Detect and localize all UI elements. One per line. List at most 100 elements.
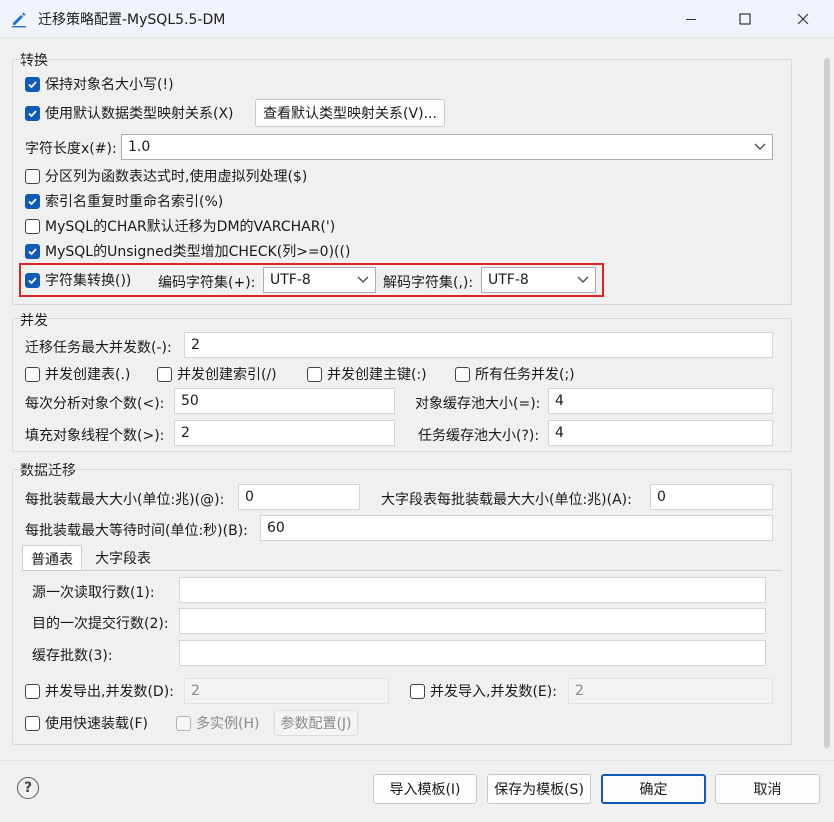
- max-batch-size-input[interactable]: 0: [238, 484, 360, 510]
- keep-case-checkbox[interactable]: 保持对象名大小写(!): [25, 73, 174, 95]
- close-icon: [797, 13, 809, 25]
- checkbox-box: [25, 715, 40, 731]
- check-icon: [25, 243, 40, 259]
- fast-load-checkbox[interactable]: 使用快速装载(F): [25, 712, 148, 734]
- read-rows-input[interactable]: [179, 577, 766, 603]
- tab-normal-table[interactable]: 普通表: [22, 545, 82, 571]
- check-icon: [25, 76, 40, 92]
- create-table-label: 并发创建表(.): [45, 367, 131, 383]
- fill-threads-input[interactable]: 2: [174, 420, 395, 446]
- ok-button[interactable]: 确定: [601, 774, 706, 804]
- max-batch-size-label: 每批装载最大大小(单位:兆)(@):: [25, 492, 225, 508]
- param-config-button[interactable]: 参数配置(J): [274, 710, 358, 736]
- lob-batch-size-input[interactable]: 0: [650, 484, 773, 510]
- encode-charset-select[interactable]: UTF-8: [263, 267, 376, 293]
- max-wait-input[interactable]: 60: [260, 515, 773, 541]
- rename-index-label: 索引名重复时重命名索引(%): [45, 194, 224, 210]
- partition-virtual-checkbox[interactable]: 分区列为函数表达式时,使用虚拟列处理($): [25, 165, 307, 187]
- max-batch-size-value: 0: [245, 489, 254, 505]
- default-mapping-label: 使用默认数据类型映射关系(X): [45, 106, 234, 122]
- max-task-value: 2: [191, 337, 200, 353]
- minimize-button[interactable]: [664, 0, 718, 38]
- max-wait-label: 每批装载最大等待时间(单位:秒)(B):: [25, 523, 248, 539]
- app-edit-icon: [10, 10, 28, 28]
- close-button[interactable]: [776, 0, 830, 38]
- checkbox-box: [25, 366, 40, 382]
- check-icon: [25, 105, 40, 121]
- checkbox-box: [455, 366, 470, 382]
- check-icon: [25, 193, 40, 209]
- multi-instance-checkbox[interactable]: 多实例(H): [176, 712, 259, 734]
- parallel-export-value: 2: [191, 683, 200, 699]
- lob-batch-size-value: 0: [657, 489, 666, 505]
- parallel-import-checkbox[interactable]: 并发导入,并发数(E):: [410, 680, 557, 702]
- parallel-export-input[interactable]: 2: [184, 678, 389, 704]
- max-task-input[interactable]: 2: [184, 332, 773, 358]
- maximize-icon: [739, 13, 751, 25]
- rename-index-checkbox[interactable]: 索引名重复时重命名索引(%): [25, 190, 223, 212]
- save-template-button[interactable]: 保存为模板(S): [487, 774, 591, 804]
- partition-virtual-label: 分区列为函数表达式时,使用虚拟列处理($): [45, 169, 308, 185]
- minimize-icon: [686, 19, 696, 20]
- checkbox-box: [176, 715, 191, 731]
- max-task-label: 迁移任务最大并发数(-):: [25, 340, 172, 356]
- decode-charset-select[interactable]: UTF-8: [481, 267, 596, 293]
- tab-lob-table[interactable]: 大字段表: [87, 545, 159, 571]
- fill-threads-value: 2: [181, 425, 190, 441]
- object-cache-value: 4: [555, 393, 564, 409]
- cache-batches-input[interactable]: [179, 640, 766, 666]
- char-length-combo[interactable]: 1.0: [121, 134, 773, 160]
- cancel-button[interactable]: 取消: [715, 774, 820, 804]
- encode-charset-label: 编码字符集(+):: [158, 275, 256, 291]
- default-mapping-checkbox[interactable]: 使用默认数据类型映射关系(X): [25, 102, 234, 124]
- title-bar: 迁移策略配置-MySQL5.5-DM: [0, 0, 834, 38]
- analyze-count-label: 每次分析对象个数(<):: [25, 396, 165, 412]
- parallel-import-label: 并发导入,并发数(E):: [430, 684, 557, 700]
- create-pk-checkbox[interactable]: 并发创建主键(:): [307, 363, 427, 385]
- check-icon: [25, 272, 40, 288]
- char-to-varchar-label: MySQL的CHAR默认迁移为DM的VARCHAR('): [45, 219, 336, 235]
- create-table-checkbox[interactable]: 并发创建表(.): [25, 363, 130, 385]
- charset-convert-checkbox[interactable]: 字符集转换()): [25, 269, 131, 291]
- help-icon[interactable]: ?: [17, 777, 39, 799]
- maximize-button[interactable]: [718, 0, 772, 38]
- window-title: 迁移策略配置-MySQL5.5-DM: [38, 12, 226, 28]
- task-cache-value: 4: [555, 425, 564, 441]
- commit-rows-input[interactable]: [179, 608, 766, 634]
- parallel-export-checkbox[interactable]: 并发导出,并发数(D):: [25, 680, 174, 702]
- read-rows-label: 源一次读取行数(1):: [32, 585, 155, 601]
- chevron-down-icon: [754, 143, 766, 150]
- checkbox-box: [25, 168, 40, 184]
- object-cache-input[interactable]: 4: [548, 388, 773, 414]
- commit-rows-label: 目的一次提交行数(2):: [32, 616, 169, 632]
- task-cache-input[interactable]: 4: [548, 420, 773, 446]
- checkbox-box: [157, 366, 172, 382]
- chevron-down-icon: [357, 276, 369, 283]
- char-to-varchar-checkbox[interactable]: MySQL的CHAR默认迁移为DM的VARCHAR('): [25, 215, 335, 237]
- chevron-down-icon: [577, 276, 589, 283]
- view-mapping-button[interactable]: 查看默认类型映射关系(V)...: [255, 99, 445, 127]
- fast-load-label: 使用快速装载(F): [45, 716, 148, 732]
- checkbox-box: [307, 366, 322, 382]
- parallel-export-label: 并发导出,并发数(D):: [45, 684, 174, 700]
- checkbox-box: [25, 683, 40, 699]
- analyze-count-input[interactable]: 50: [174, 388, 395, 414]
- charset-convert-label: 字符集转换()): [45, 273, 132, 289]
- parallel-import-input[interactable]: 2: [568, 678, 773, 704]
- parallel-import-value: 2: [575, 683, 584, 699]
- all-tasks-checkbox[interactable]: 所有任务并发(;): [455, 363, 575, 385]
- lob-batch-size-label: 大字段表每批装载最大大小(单位:兆)(A):: [381, 492, 632, 508]
- import-template-button[interactable]: 导入模板(I): [373, 774, 477, 804]
- unsigned-check-checkbox[interactable]: MySQL的Unsigned类型增加CHECK(列>=0)((): [25, 240, 350, 262]
- char-length-label: 字符长度x(#):: [25, 141, 117, 157]
- unsigned-check-label: MySQL的Unsigned类型增加CHECK(列>=0)((): [45, 244, 351, 260]
- scrollbar-thumb[interactable]: [824, 58, 830, 748]
- max-wait-value: 60: [267, 520, 285, 536]
- object-cache-label: 对象缓存池大小(=):: [415, 396, 541, 412]
- task-cache-label: 任务缓存池大小(?):: [418, 428, 540, 444]
- decode-charset-label: 解码字符集(,):: [383, 275, 474, 291]
- create-index-checkbox[interactable]: 并发创建索引(/): [157, 363, 277, 385]
- help-icon-glyph: ?: [23, 780, 33, 796]
- keep-case-label: 保持对象名大小写(!): [45, 77, 174, 93]
- char-length-value: 1.0: [128, 139, 151, 155]
